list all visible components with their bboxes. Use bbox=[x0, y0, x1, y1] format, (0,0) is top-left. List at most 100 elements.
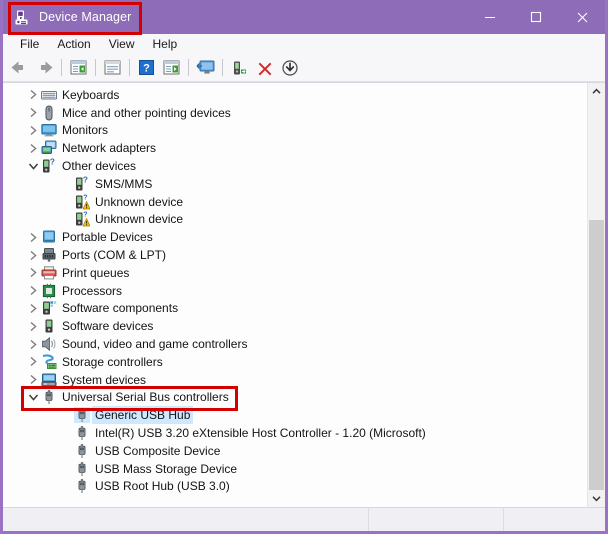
caption-button-group bbox=[467, 0, 605, 34]
scrollbar-track[interactable] bbox=[588, 100, 605, 490]
tree-item-label: Unknown device bbox=[95, 194, 184, 209]
tree-item[interactable]: Portable Devices bbox=[3, 228, 587, 246]
tree-item[interactable]: ? SMS/MMS bbox=[3, 174, 587, 193]
twisty-placeholder bbox=[58, 425, 74, 442]
monitor-icon bbox=[41, 122, 57, 138]
properties-button[interactable] bbox=[100, 56, 125, 79]
storage-controller-icon bbox=[41, 354, 57, 370]
chevron-right-icon[interactable] bbox=[25, 229, 41, 246]
status-pane-1 bbox=[3, 508, 369, 531]
download-button[interactable] bbox=[277, 56, 302, 79]
tree-item[interactable]: ? Unknown device bbox=[3, 211, 587, 229]
disable-device-button[interactable] bbox=[227, 56, 252, 79]
tree-item[interactable]: USB Composite Device bbox=[3, 442, 587, 460]
tree-item[interactable]: Keyboards bbox=[3, 86, 587, 104]
tree-item-label: Keyboards bbox=[62, 87, 120, 102]
toolbar-separator bbox=[95, 59, 96, 76]
minimize-button[interactable] bbox=[467, 0, 513, 34]
chevron-right-icon[interactable] bbox=[25, 371, 41, 388]
tree-item-label: Generic USB Hub bbox=[92, 406, 194, 425]
menu-action[interactable]: Action bbox=[48, 34, 99, 54]
chevron-right-icon[interactable] bbox=[25, 104, 41, 121]
tree-item[interactable]: ? Other devices bbox=[3, 157, 587, 175]
update-driver-button[interactable] bbox=[193, 56, 218, 79]
tree-item[interactable]: USB Mass Storage Device bbox=[3, 460, 587, 478]
chevron-right-icon[interactable] bbox=[25, 353, 41, 370]
status-pane-3 bbox=[504, 508, 605, 531]
tree-item-label: Storage controllers bbox=[62, 354, 163, 369]
status-bar bbox=[3, 507, 605, 531]
tree-item[interactable]: Print queues bbox=[3, 264, 587, 282]
device-manager-icon bbox=[14, 9, 31, 26]
tree-item-label: USB Mass Storage Device bbox=[95, 461, 238, 476]
system-device-icon bbox=[41, 372, 57, 388]
scrollbar-thumb[interactable] bbox=[589, 220, 604, 490]
chevron-right-icon[interactable] bbox=[25, 318, 41, 335]
tree-item-label: Mice and other pointing devices bbox=[62, 105, 231, 120]
portable-device-icon bbox=[41, 229, 57, 245]
scan-for-hardware-changes-button[interactable] bbox=[159, 56, 184, 79]
keyboard-icon bbox=[41, 87, 57, 103]
tree-item[interactable]: Processors bbox=[3, 282, 587, 300]
menu-file[interactable]: File bbox=[11, 34, 48, 54]
chevron-right-icon[interactable] bbox=[25, 300, 41, 317]
chevron-right-icon[interactable] bbox=[25, 264, 41, 281]
menu-view[interactable]: View bbox=[100, 34, 144, 54]
tree-item[interactable]: Generic USB Hub bbox=[3, 406, 587, 425]
tree-item[interactable]: Sound, video and game controllers bbox=[3, 335, 587, 353]
content-area: Keyboards Mice and other pointing devices… bbox=[3, 82, 605, 507]
chevron-down-icon[interactable] bbox=[25, 389, 41, 406]
tree-item[interactable]: ? Unknown device bbox=[3, 193, 587, 211]
chevron-right-icon[interactable] bbox=[25, 336, 41, 353]
chevron-right-icon[interactable] bbox=[25, 86, 41, 103]
vertical-scrollbar[interactable] bbox=[587, 83, 605, 507]
svg-text:?: ? bbox=[50, 158, 55, 167]
chevron-right-icon[interactable] bbox=[25, 247, 41, 264]
tree-item[interactable]: System devices bbox=[3, 371, 587, 389]
usb-icon bbox=[74, 461, 90, 477]
usb-icon bbox=[74, 443, 90, 459]
tree-item-label: Processors bbox=[62, 283, 123, 298]
tree-item[interactable]: USB Root Hub (USB 3.0) bbox=[3, 478, 587, 496]
tree-item[interactable]: Software components bbox=[3, 300, 587, 318]
tree-item[interactable]: Storage controllers bbox=[3, 353, 587, 371]
back-button[interactable] bbox=[7, 56, 32, 79]
usb-icon bbox=[74, 407, 90, 424]
tree-item-label: System devices bbox=[62, 372, 147, 387]
tree-item[interactable]: Network adapters bbox=[3, 139, 587, 157]
toolbar-separator bbox=[61, 59, 62, 76]
svg-text:?: ? bbox=[83, 194, 87, 201]
tree-item[interactable]: Intel(R) USB 3.20 eXtensible Host Contro… bbox=[3, 424, 587, 442]
tree-item[interactable]: Ports (COM & LPT) bbox=[3, 246, 587, 264]
forward-button[interactable] bbox=[32, 56, 57, 79]
network-adapter-icon bbox=[41, 140, 57, 156]
chevron-down-icon[interactable] bbox=[25, 158, 41, 175]
scroll-up-arrow-icon[interactable] bbox=[588, 83, 605, 100]
toolbar-separator bbox=[222, 59, 223, 76]
printer-icon bbox=[41, 265, 57, 281]
tree-item[interactable]: Universal Serial Bus controllers bbox=[3, 389, 587, 407]
maximize-button[interactable] bbox=[513, 0, 559, 34]
tree-item-label: Portable Devices bbox=[62, 230, 153, 245]
window-title: Device Manager bbox=[39, 10, 132, 24]
device-tree[interactable]: Keyboards Mice and other pointing devices… bbox=[3, 83, 587, 507]
tree-item-label: Intel(R) USB 3.20 eXtensible Host Contro… bbox=[95, 426, 426, 441]
uninstall-device-button[interactable] bbox=[252, 56, 277, 79]
scroll-down-arrow-icon[interactable] bbox=[588, 490, 605, 507]
tree-item-label: SMS/MMS bbox=[95, 176, 153, 191]
menu-bar: File Action View Help bbox=[3, 34, 605, 54]
twisty-placeholder bbox=[58, 407, 74, 424]
tree-item-label: USB Root Hub (USB 3.0) bbox=[95, 479, 230, 494]
close-button[interactable] bbox=[559, 0, 605, 34]
help-button[interactable]: ? bbox=[134, 56, 159, 79]
menu-help[interactable]: Help bbox=[144, 34, 187, 54]
tree-item[interactable]: Monitors bbox=[3, 122, 587, 140]
chevron-right-icon[interactable] bbox=[25, 140, 41, 157]
tree-item[interactable]: Software devices bbox=[3, 317, 587, 335]
show-hide-console-tree-button[interactable] bbox=[66, 56, 91, 79]
tree-item-label: USB Composite Device bbox=[95, 443, 221, 458]
twisty-placeholder bbox=[58, 460, 74, 477]
tree-item[interactable]: Mice and other pointing devices bbox=[3, 104, 587, 122]
chevron-right-icon[interactable] bbox=[25, 122, 41, 139]
chevron-right-icon[interactable] bbox=[25, 282, 41, 299]
